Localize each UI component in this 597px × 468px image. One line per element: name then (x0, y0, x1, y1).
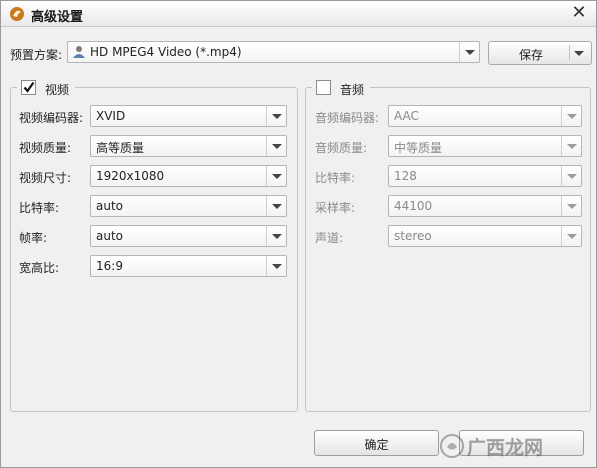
watermark-text: 广西龙网 (467, 437, 544, 459)
video-codec-select[interactable]: XVID (90, 105, 287, 127)
chevron-down-icon[interactable] (561, 166, 581, 186)
audio-group-header: 音频 (312, 78, 370, 98)
audio-samplerate-select[interactable]: 44100 (388, 195, 582, 217)
save-button[interactable]: 保存 (488, 41, 592, 65)
video-codec-value: XVID (96, 109, 126, 123)
watermark-logo-icon (440, 434, 464, 458)
audio-codec-value: AAC (394, 109, 419, 123)
audio-samplerate-value: 44100 (394, 199, 433, 213)
chevron-down-icon[interactable] (266, 166, 286, 186)
audio-bitrate-select[interactable]: 128 (388, 165, 582, 187)
watermark: 广西龙网 (439, 427, 595, 467)
video-bitrate-select[interactable]: auto (90, 195, 287, 217)
audio-codec-select[interactable]: AAC (388, 105, 582, 127)
audio-channels-value: stereo (394, 229, 432, 243)
save-button-label: 保存 (519, 48, 544, 62)
video-aspect-value: 16:9 (96, 259, 123, 273)
chevron-down-icon[interactable] (561, 196, 581, 216)
video-size-value: 1920x1080 (96, 169, 165, 183)
ok-button-label: 确定 (364, 438, 389, 452)
video-aspect-select[interactable]: 16:9 (90, 255, 287, 277)
audio-channels-select[interactable]: stereo (388, 225, 582, 247)
chevron-down-icon[interactable] (266, 226, 286, 246)
save-button-divider (569, 45, 570, 61)
video-framerate-select[interactable]: auto (90, 225, 287, 247)
chevron-down-icon[interactable] (561, 106, 581, 126)
preset-row: 预置方案: HD MPEG4 Video (*.mp4) 保存 (1, 41, 596, 65)
window-title: 高级设置 (31, 10, 84, 25)
advanced-settings-dialog: 高级设置 ✕ 预置方案: HD MPEG4 Video (*.mp4) 保存 视… (0, 0, 597, 468)
user-profile-icon (73, 46, 85, 58)
audio-codec-label: 音频编码器: (315, 111, 380, 125)
audio-quality-value: 中等质量 (394, 141, 443, 155)
audio-bitrate-value: 128 (394, 169, 417, 183)
video-group-header: 视频 (17, 78, 75, 98)
chevron-down-icon[interactable] (266, 256, 286, 276)
video-group-title: 视频 (45, 83, 70, 97)
audio-channels-label: 声道: (315, 231, 344, 245)
audio-samplerate-label: 采样率: (315, 201, 356, 215)
audio-quality-select[interactable]: 中等质量 (388, 135, 582, 157)
video-size-select[interactable]: 1920x1080 (90, 165, 287, 187)
chevron-down-icon[interactable] (266, 136, 286, 156)
audio-bitrate-label: 比特率: (315, 171, 356, 185)
save-dropdown-icon[interactable] (574, 51, 584, 56)
chevron-down-icon[interactable] (266, 196, 286, 216)
video-quality-label: 视频质量: (19, 141, 72, 155)
preset-label: 预置方案: (10, 48, 63, 62)
video-enable-checkbox[interactable] (21, 80, 36, 95)
video-aspect-label: 宽高比: (19, 261, 60, 275)
chevron-down-icon[interactable] (561, 136, 581, 156)
app-logo-icon (10, 7, 24, 21)
audio-quality-label: 音频质量: (315, 141, 368, 155)
chevron-down-icon[interactable] (561, 226, 581, 246)
checkmark-icon (23, 81, 35, 93)
title-bar[interactable]: 高级设置 ✕ (1, 1, 596, 27)
chevron-down-icon[interactable] (266, 106, 286, 126)
chevron-down-icon[interactable] (459, 42, 479, 62)
ok-button[interactable]: 确定 (314, 430, 439, 456)
video-quality-value: 高等质量 (96, 141, 145, 155)
video-bitrate-label: 比特率: (19, 201, 60, 215)
preset-select[interactable]: HD MPEG4 Video (*.mp4) (67, 41, 480, 63)
video-framerate-value: auto (96, 229, 124, 243)
video-quality-select[interactable]: 高等质量 (90, 135, 287, 157)
close-icon[interactable]: ✕ (570, 4, 588, 22)
preset-value: HD MPEG4 Video (*.mp4) (90, 45, 242, 59)
video-size-label: 视频尺寸: (19, 171, 72, 185)
video-framerate-label: 帧率: (19, 231, 48, 245)
audio-group-title: 音频 (340, 83, 365, 97)
video-bitrate-value: auto (96, 199, 124, 213)
video-codec-label: 视频编码器: (19, 111, 84, 125)
audio-enable-checkbox[interactable] (316, 80, 331, 95)
